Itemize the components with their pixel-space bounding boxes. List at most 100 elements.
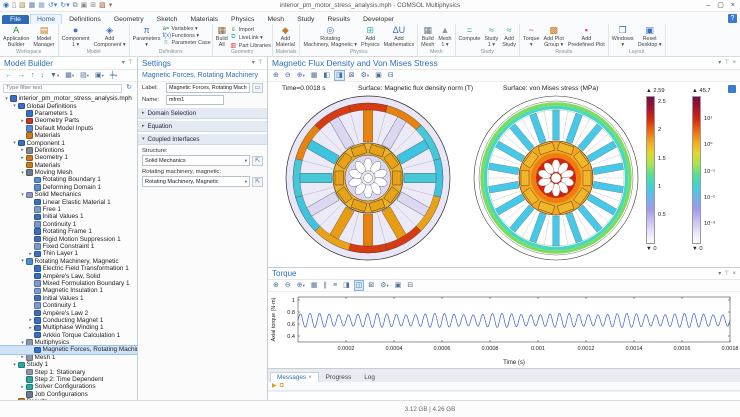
label-field-input[interactable] — [166, 83, 250, 93]
tree-node[interactable]: Continuity 1 — [0, 221, 137, 228]
new-file-icon[interactable]: ▯ — [12, 2, 16, 9]
add-physics-button[interactable]: ⊞ Add Physics — [359, 25, 382, 48]
image-snapshot-icon[interactable]: ▣ — [373, 70, 384, 81]
show-icon[interactable]: ▦▾ — [63, 70, 76, 81]
tree-node[interactable]: ▸ Geometry Parts — [0, 117, 137, 124]
chevron-right-icon[interactable]: ▸ — [19, 384, 26, 390]
chevron-right-icon[interactable]: ▸ — [19, 354, 26, 360]
copy-icon[interactable]: ⧉ — [73, 2, 78, 9]
go-to-interface-button[interactable]: ⇱ — [252, 176, 263, 187]
node-group-icon[interactable]: ▣▾ — [93, 70, 106, 81]
ribbon-tab-file[interactable]: File — [2, 15, 29, 24]
mesh-1-button[interactable]: ▲ Mesh 1 ▾ — [436, 25, 453, 48]
pin-icon[interactable]: ⊤ — [724, 271, 729, 277]
undo-icon[interactable]: ↺▾ — [48, 2, 57, 9]
chevron-right-icon[interactable]: ▸ — [19, 147, 26, 153]
tree-node[interactable]: ▸ Definitions — [0, 147, 137, 154]
zoom-extents-icon[interactable]: ⊕▾ — [295, 70, 307, 81]
chevron-down-icon[interactable]: ▾ — [11, 140, 18, 146]
sort-icon[interactable]: ▤▾ — [78, 70, 91, 81]
ribbon-tab-results[interactable]: Results — [321, 15, 356, 24]
ribbon-tab-home[interactable]: Home — [29, 14, 63, 24]
chevron-down-icon[interactable]: ▾ — [19, 170, 26, 176]
close-icon[interactable]: × — [732, 60, 736, 66]
tree-node[interactable]: ▾ Study 1 — [0, 361, 137, 368]
add-predefined-plot-button[interactable]: ▪ Add Predefined Plot — [566, 25, 607, 48]
functions-button[interactable]: f(x) Functions ▾ — [162, 33, 210, 39]
section-coupled-interfaces[interactable]: ▾ Coupled Interfaces — [138, 133, 267, 145]
back-icon[interactable]: ← — [3, 70, 14, 81]
build-all-button[interactable]: ▦ Build All — [214, 25, 230, 48]
build-mesh-button[interactable]: ▦ Build Mesh — [419, 25, 436, 48]
rename-button[interactable]: ▭ — [252, 83, 263, 93]
add-mathematics-button[interactable]: ΔU Add Mathematics — [382, 25, 417, 48]
tree-node[interactable]: ▸ Conducting Magnet 1 — [0, 317, 137, 324]
chevron-right-icon[interactable]: ▸ — [19, 118, 26, 124]
print-icon[interactable]: ⊟ — [405, 280, 415, 291]
redo-icon[interactable]: ↻▾ — [60, 2, 69, 9]
filter-icon[interactable]: ╪▾ — [108, 70, 119, 81]
tree-node[interactable]: ▸ Multiphase Winding 1 — [0, 324, 137, 331]
tree-node[interactable]: Rotating Frame 1 — [0, 228, 137, 235]
add-study-button[interactable]: ≈ Add Study — [500, 25, 518, 48]
component-1-button[interactable]: ● Component 1 ▾ — [60, 25, 92, 48]
chevron-down-icon[interactable]: ▾ — [3, 96, 10, 102]
tree-node[interactable]: Rigid Motion Suppression 1 — [0, 235, 137, 243]
messages-tab-progress[interactable]: Progress — [320, 373, 358, 382]
tree-node[interactable]: ▸ Thin Layer 1 — [0, 250, 137, 257]
y-log-scale-icon[interactable]: ≡ — [331, 280, 339, 291]
follow-messages-icon[interactable]: ▶ — [272, 383, 277, 389]
tree-node[interactable]: ▸ Geometry 1 — [0, 154, 137, 161]
ribbon-tab-mesh[interactable]: Mesh — [261, 15, 290, 24]
move-down-icon[interactable]: ↓ — [39, 70, 47, 81]
ribbon-tab-physics[interactable]: Physics — [225, 15, 260, 24]
tree-node[interactable]: Step 1: Stationary — [0, 368, 137, 376]
section-domain-selection[interactable]: ▸ Domain Selection — [138, 107, 267, 119]
chevron-down-icon[interactable]: ▾ — [11, 362, 18, 368]
tree-node[interactable]: Ampère's Law, Solid — [0, 272, 137, 280]
ribbon-tab-geometry[interactable]: Geometry — [108, 15, 150, 24]
pin-icon[interactable]: ⊤ — [724, 60, 729, 66]
comsol-logo-icon[interactable]: ◉ — [3, 2, 9, 9]
add-plot-group-button[interactable]: ▩ Add Plot Group ▾ — [541, 25, 565, 48]
tree-node[interactable]: Deforming Domain 1 — [0, 184, 137, 191]
livelink-button[interactable]: ⧉ LiveLink ▾ — [230, 34, 271, 41]
image-snapshot-icon[interactable]: ▣ — [393, 280, 404, 291]
panel-menu-icon[interactable]: ▾ — [252, 60, 255, 66]
tree-node[interactable]: Ampère's Law 2 — [0, 309, 137, 317]
delete-icon[interactable]: ▨ — [99, 2, 106, 9]
paste-icon[interactable]: ▣ — [81, 2, 88, 9]
windows-button[interactable]: ❐ Windows ▾ — [610, 25, 636, 48]
tree-node[interactable]: Electric Field Transformation 1 — [0, 265, 137, 272]
panel-menu-icon[interactable]: ▾ — [718, 60, 721, 66]
tree-node[interactable]: ▾ Rotating Machinery, Magnetic — [0, 258, 137, 265]
tree-node[interactable]: ▾ Solid Mechanics — [0, 191, 137, 198]
model-manager-button[interactable]: ▤ Model Manager — [31, 25, 56, 48]
zoom-out-icon[interactable]: ⊖ — [283, 70, 293, 81]
tree-node[interactable]: ▾ interior_pm_motor_stress_analysis.mph — [0, 95, 137, 102]
chevron-right-icon[interactable]: ▸ — [27, 251, 34, 257]
save-file-icon[interactable]: ▦ — [29, 2, 36, 9]
tree-node[interactable]: Free 1 — [0, 206, 137, 213]
tree-node[interactable]: Fixed Constraint 1 — [0, 243, 137, 250]
tree-node[interactable]: Step 2: Time Dependent — [0, 376, 137, 383]
tree-node[interactable]: ▾ Global Definitions — [0, 102, 137, 110]
customize-toolbar-icon[interactable]: ▾ — [109, 2, 113, 9]
zoom-in-icon[interactable]: ⊕ — [271, 70, 281, 81]
add-material-button[interactable]: ◆ Add Material — [274, 25, 297, 48]
legend-toggle-icon[interactable]: ◨ — [341, 280, 352, 291]
tree-node[interactable]: ▾ Multiphysics — [0, 339, 137, 346]
tree-node[interactable]: Linear Elastic Material 1 — [0, 198, 137, 206]
image-toggle-icon[interactable]: ◧ — [322, 70, 333, 81]
close-tab-icon[interactable]: × — [308, 375, 312, 381]
plot-settings-icon[interactable]: ⚙▾ — [378, 280, 391, 291]
pin-icon[interactable]: ⊤ — [128, 60, 133, 66]
zoom-extents-icon[interactable]: ⊕▾ — [295, 280, 307, 291]
tree-node[interactable]: Arkkio Torque Calculation 1 — [0, 332, 137, 339]
default-view-icon[interactable] — [728, 85, 736, 94]
tree-node[interactable]: ▾ Moving Mesh — [0, 169, 137, 176]
zoom-in-icon[interactable]: ⊕ — [271, 280, 281, 291]
x-log-scale-icon[interactable]: ∥ — [322, 280, 330, 291]
collapse-expand-icon[interactable]: ▼▾ — [48, 70, 61, 81]
ribbon-tab-definitions[interactable]: Definitions — [63, 15, 107, 24]
